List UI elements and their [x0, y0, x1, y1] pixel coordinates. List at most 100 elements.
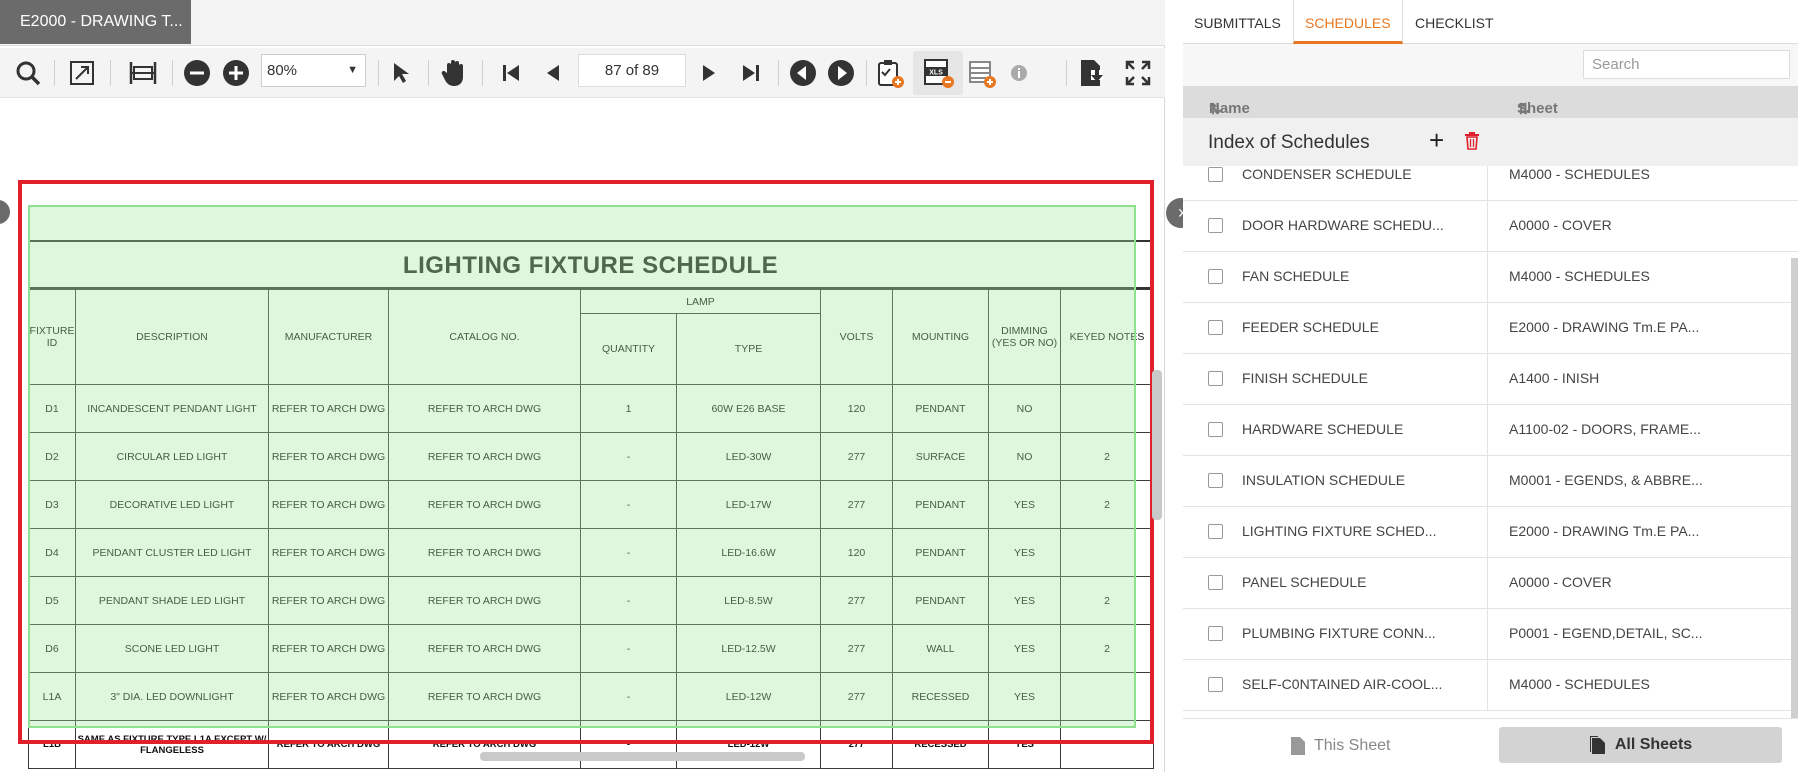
- col-header-volts: VOLTS: [820, 289, 893, 385]
- table-cell: [1060, 384, 1154, 433]
- tab-submittals[interactable]: SUBMITTALS: [1183, 0, 1292, 44]
- list-item[interactable]: FEEDER SCHEDULE E2000 - DRAWING Tm.E PA..…: [1183, 303, 1798, 354]
- table-cell: REFER TO ARCH DWG: [388, 720, 581, 769]
- export-xls-icon[interactable]: XLS: [920, 56, 956, 90]
- schedule-name: LIGHTING FIXTURE SCHED...: [1242, 523, 1437, 539]
- search-input[interactable]: Search: [1583, 50, 1790, 79]
- table-cell: 120: [820, 528, 893, 577]
- list-item[interactable]: FINISH SCHEDULE A1400 - INISH: [1183, 354, 1798, 405]
- search-icon[interactable]: [12, 56, 44, 90]
- col-header-fixture-id: FIXTURE ID: [28, 289, 76, 385]
- tab-checklist[interactable]: CHECKLIST: [1404, 0, 1505, 44]
- document-tab[interactable]: E2000 - DRAWING T...: [0, 0, 191, 44]
- schedule-title-row: LIGHTING FIXTURE SCHEDULE: [28, 240, 1153, 289]
- table-cell: YES: [988, 576, 1061, 625]
- fullscreen-icon[interactable]: [1122, 56, 1154, 90]
- row-checkbox[interactable]: [1208, 575, 1223, 590]
- table-cell: L1B: [28, 720, 76, 769]
- download-document-icon[interactable]: [1076, 56, 1108, 90]
- row-checkbox[interactable]: [1208, 473, 1223, 488]
- toolbar-divider: [428, 60, 429, 86]
- add-schedule-button[interactable]: +: [1429, 127, 1444, 153]
- col-header-quantity: QUANTITY: [580, 313, 677, 385]
- row-checkbox[interactable]: [1208, 371, 1223, 386]
- toolbar-divider: [110, 60, 111, 86]
- table-cell: -: [580, 672, 677, 721]
- schedule-body: D1 INCANDESCENT PENDANT LIGHT REFER TO ARC…: [28, 384, 1154, 769]
- zoom-in-icon[interactable]: [221, 56, 251, 90]
- tab-schedules[interactable]: SCHEDULES: [1293, 0, 1403, 44]
- table-cell: REFER TO ARCH DWG: [388, 576, 581, 625]
- last-page-icon[interactable]: [736, 56, 766, 90]
- forward-view-icon[interactable]: [826, 56, 856, 90]
- this-sheet-button[interactable]: This Sheet: [1290, 729, 1440, 763]
- info-icon[interactable]: [1008, 56, 1030, 90]
- list-item[interactable]: DOOR HARDWARE SCHEDU... A0000 - COVER: [1183, 201, 1798, 252]
- zoom-value: 80%: [267, 62, 298, 79]
- sheet-label: M4000 - SCHEDULES: [1509, 166, 1650, 182]
- zoom-select[interactable]: 80% ▼: [261, 54, 366, 87]
- table-cell: 2: [1060, 576, 1154, 625]
- row-checkbox[interactable]: [1208, 320, 1223, 335]
- sheet-label: M0001 - EGENDS, & ABBRE...: [1509, 472, 1703, 488]
- list-item[interactable]: PANEL SCHEDULE A0000 - COVER: [1183, 558, 1798, 609]
- row-checkbox[interactable]: [1208, 167, 1223, 182]
- add-schedule-icon[interactable]: [966, 56, 998, 90]
- pan-hand-icon[interactable]: [438, 56, 470, 90]
- horizontal-scrollbar[interactable]: [480, 752, 805, 761]
- list-item[interactable]: SELF-C0NTAINED AIR-COOL... M4000 - SCHEDU…: [1183, 660, 1798, 711]
- schedule-name: CONDENSER SCHEDULE: [1242, 166, 1412, 182]
- panel-tabs: SUBMITTALS SCHEDULES CHECKLIST: [1183, 0, 1798, 44]
- document-tab-bar: E2000 - DRAWING T...: [0, 0, 1165, 46]
- list-scrollbar[interactable]: [1791, 258, 1798, 718]
- list-item[interactable]: CONDENSER SCHEDULE M4000 - SCHEDULES: [1183, 166, 1798, 201]
- fit-width-icon[interactable]: [126, 56, 160, 90]
- table-cell: D5: [28, 576, 76, 625]
- table-cell: -: [580, 528, 677, 577]
- table-cell: REFER TO ARCH DWG: [388, 384, 581, 433]
- table-cell: YES: [988, 528, 1061, 577]
- vertical-scrollbar[interactable]: [1152, 370, 1162, 520]
- row-checkbox[interactable]: [1208, 422, 1223, 437]
- list-item[interactable]: FAN SCHEDULE M4000 - SCHEDULES: [1183, 252, 1798, 303]
- table-cell: SAME AS FIXTURE TYPE L1A EXCEPT W/ FLANG…: [75, 720, 269, 769]
- table-cell: YES: [988, 624, 1061, 673]
- table-cell: 277: [820, 480, 893, 529]
- table-cell: -: [580, 432, 677, 481]
- column-divider: [1487, 660, 1488, 711]
- select-pointer-icon[interactable]: [386, 56, 416, 90]
- this-sheet-label: This Sheet: [1314, 737, 1391, 754]
- table-cell: REFER TO ARCH DWG: [388, 432, 581, 481]
- first-page-icon[interactable]: [496, 56, 526, 90]
- row-checkbox[interactable]: [1208, 218, 1223, 233]
- list-item[interactable]: LIGHTING FIXTURE SCHED... E2000 - DRAWING…: [1183, 507, 1798, 558]
- row-checkbox[interactable]: [1208, 626, 1223, 641]
- table-cell: REFER TO ARCH DWG: [268, 672, 389, 721]
- list-item[interactable]: PLUMBING FIXTURE CONN... P0001 - EGEND,DE…: [1183, 609, 1798, 660]
- table-cell: 277: [820, 432, 893, 481]
- fit-page-icon[interactable]: [66, 56, 98, 90]
- all-sheets-button[interactable]: All Sheets: [1499, 727, 1782, 763]
- previous-page-icon[interactable]: [538, 56, 568, 90]
- zoom-out-icon[interactable]: [182, 56, 212, 90]
- next-page-icon[interactable]: [694, 56, 724, 90]
- schedule-name: FEEDER SCHEDULE: [1242, 319, 1379, 335]
- table-cell: -: [580, 624, 677, 673]
- page-number-input[interactable]: 87 of 89: [578, 54, 686, 87]
- list-item[interactable]: INSULATION SCHEDULE M0001 - EGENDS, & ABB…: [1183, 456, 1798, 507]
- row-checkbox[interactable]: [1208, 524, 1223, 539]
- table-cell: 1: [580, 384, 677, 433]
- table-cell: REFER TO ARCH DWG: [268, 720, 389, 769]
- add-checklist-icon[interactable]: [874, 56, 906, 90]
- row-checkbox[interactable]: [1208, 677, 1223, 692]
- col-header-keyed-notes: KEYED NOTES: [1060, 289, 1154, 385]
- row-checkbox[interactable]: [1208, 269, 1223, 284]
- table-cell: LED-30W: [676, 432, 821, 481]
- table-cell: SURFACE: [892, 432, 989, 481]
- list-item[interactable]: HARDWARE SCHEDULE A1100-02 - DOORS, FRAME…: [1183, 405, 1798, 456]
- table-cell: REFER TO ARCH DWG: [388, 480, 581, 529]
- trash-icon[interactable]: [1464, 132, 1480, 155]
- back-view-icon[interactable]: [788, 56, 818, 90]
- group-title: Index of Schedules: [1208, 132, 1370, 153]
- right-panel: SUBMITTALS SCHEDULES CHECKLIST Search Na…: [1183, 0, 1798, 772]
